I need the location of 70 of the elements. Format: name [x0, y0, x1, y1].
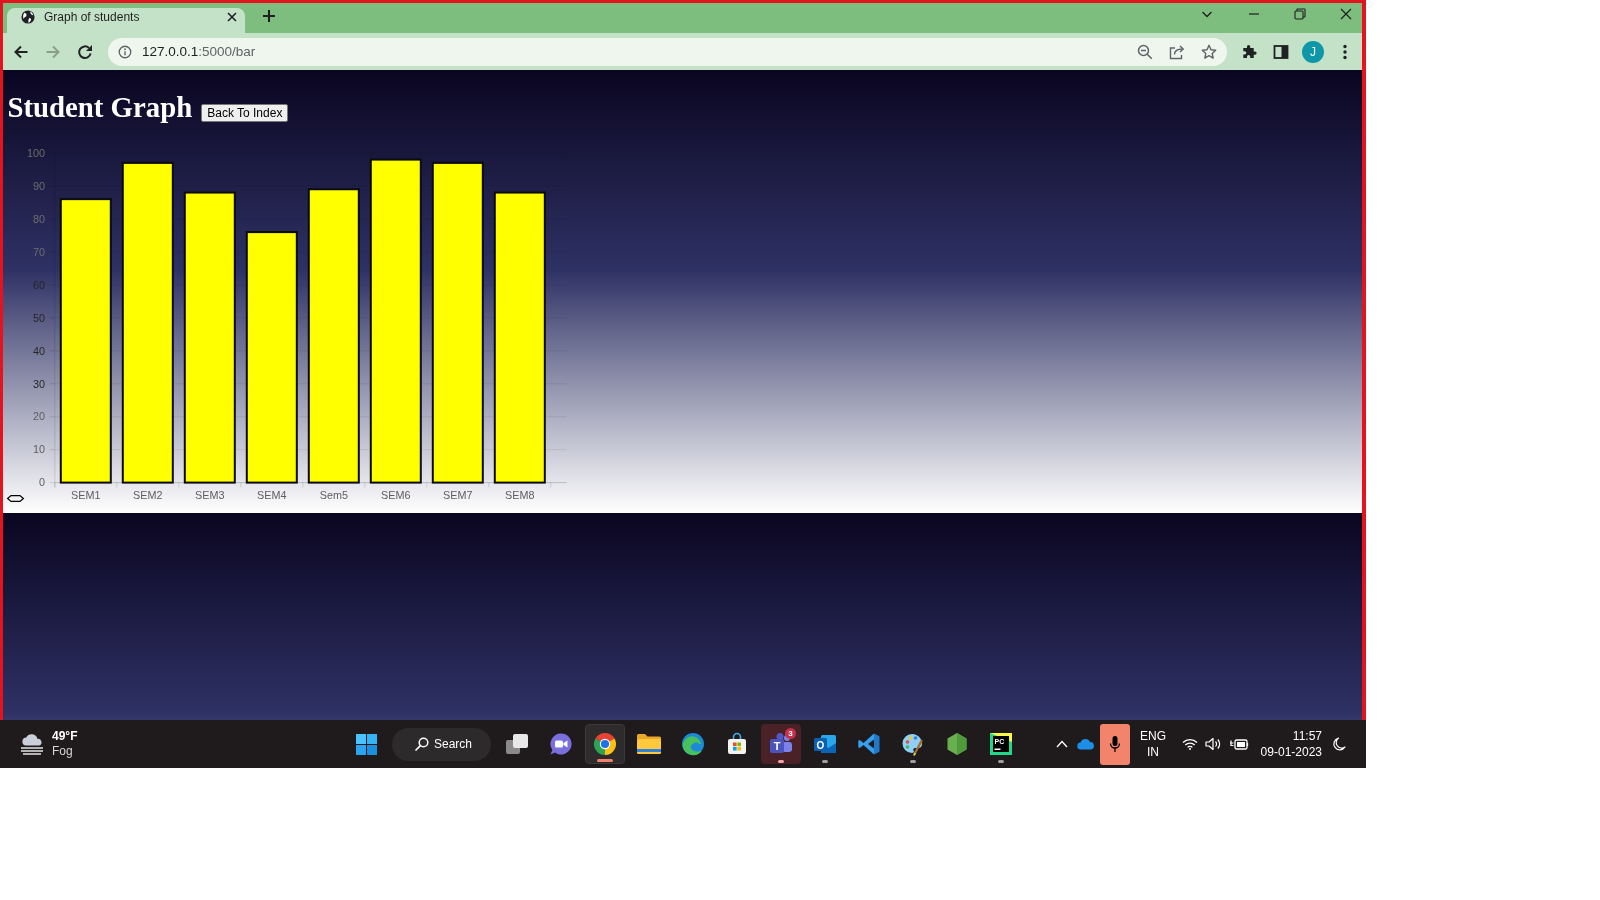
x-category-label: SEM3: [195, 489, 225, 501]
hexagon-outline-icon: [6, 494, 25, 502]
y-tick-label: 40: [33, 344, 45, 357]
video-camera-icon: [549, 732, 573, 756]
chevron-up-icon[interactable]: [1056, 740, 1068, 748]
y-tick-label: 20: [33, 410, 45, 423]
y-tick-label: 50: [33, 311, 45, 324]
task-view-icon: [505, 733, 529, 755]
puzzle-icon[interactable]: [1241, 43, 1257, 60]
x-category-label: SEM2: [133, 489, 163, 501]
x-category-label: SEM8: [505, 489, 535, 501]
taskbar-app-button[interactable]: T 3: [761, 724, 801, 764]
moon-icon[interactable]: [1332, 736, 1346, 752]
input-language[interactable]: ENG: [1140, 728, 1166, 744]
notification-badge: 3: [785, 728, 796, 739]
weather-temperature: 49°F: [52, 729, 78, 744]
taskbar-app-button[interactable]: [585, 724, 625, 764]
y-tick-label: 60: [33, 278, 45, 291]
address-url: 127.0.0.1:5000/bar: [142, 44, 256, 59]
battery-charging-icon[interactable]: [1229, 737, 1249, 751]
zoom-out-icon[interactable]: [1137, 43, 1153, 60]
y-tick-label: 10: [33, 443, 45, 456]
page-title: Student Graph: [7, 90, 193, 124]
x-category-label: SEM7: [443, 489, 473, 501]
input-region[interactable]: IN: [1147, 744, 1159, 760]
cloud-fog-icon[interactable]: [19, 733, 45, 755]
y-tick-label: 30: [33, 377, 45, 390]
y-tick-label: 80: [33, 212, 45, 225]
shopping-bag-icon: [725, 732, 749, 756]
reload-icon[interactable]: [77, 43, 93, 60]
search-icon: [415, 737, 429, 751]
cloud-icon[interactable]: [1077, 738, 1095, 750]
hexagon-icon: [946, 732, 968, 756]
back-arrow-icon[interactable]: [13, 43, 29, 60]
y-tick-label: 100: [27, 146, 45, 159]
windows-logo-icon[interactable]: [355, 733, 377, 755]
edge-icon: [681, 732, 705, 756]
address-bar[interactable]: 127.0.0.1:5000/bar: [108, 37, 1227, 66]
share-icon[interactable]: [1169, 43, 1185, 60]
side-panel-icon[interactable]: [1273, 43, 1289, 60]
browser-tab[interactable]: Graph of students: [7, 8, 245, 33]
clock-time[interactable]: 11:57: [1292, 728, 1322, 744]
palette-icon: [901, 732, 925, 756]
microphone-button[interactable]: [1100, 723, 1130, 765]
star-icon[interactable]: [1201, 43, 1217, 60]
speaker-icon[interactable]: [1204, 737, 1222, 751]
plus-icon[interactable]: [262, 9, 276, 23]
restore-icon[interactable]: [1294, 8, 1306, 20]
back-to-index-button[interactable]: Back To Index: [201, 103, 289, 122]
more-menu-icon[interactable]: [1342, 43, 1347, 60]
x-category-label: Sem5: [319, 489, 348, 501]
clock-date[interactable]: 09-01-2023: [1260, 744, 1322, 760]
info-icon[interactable]: [118, 44, 132, 59]
y-tick-label: 70: [33, 245, 45, 258]
wifi-icon[interactable]: [1182, 738, 1198, 750]
x-category-label: SEM1: [71, 489, 101, 501]
close-icon[interactable]: [227, 12, 237, 22]
x-category-label: SEM6: [381, 489, 411, 501]
microphone-icon: [1109, 735, 1121, 753]
y-tick-label: 90: [33, 179, 45, 192]
taskbar-app-button[interactable]: O: [805, 724, 845, 764]
x-category-label: SEM4: [257, 489, 287, 501]
y-tick-label: 0: [39, 476, 45, 489]
close-icon[interactable]: [1340, 8, 1352, 20]
taskbar-search-button[interactable]: Search: [392, 727, 491, 761]
weather-condition: Fog: [52, 744, 73, 759]
chrome-icon: [593, 732, 617, 756]
folder-icon: [636, 733, 662, 755]
vscode-icon: [857, 732, 881, 756]
globe-icon: [21, 10, 35, 24]
